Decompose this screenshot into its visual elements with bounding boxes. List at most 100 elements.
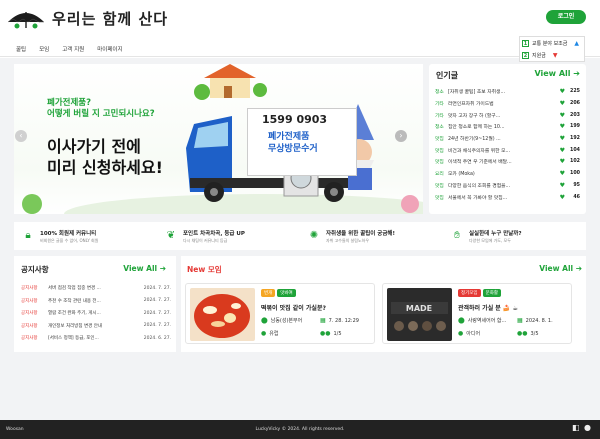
meeting-card[interactable]: 번개 맛봐여 떡볶이 맛집 같이 가실분? ⬤ 남동(성)본부어 ▦ 7. 28. … [185, 283, 375, 344]
footer-copyright: LuckyVicky © 2024. All rights reserved. [255, 427, 345, 432]
post-category: 맛집 [435, 183, 444, 189]
meeting-card[interactable]: MADE 정기모임 문화활 관객하러 가실 분 🍰 ☕ ⬤ 사랑역세어어 합...… [382, 283, 572, 344]
meeting-location: ⬤ 남동(성)본부어 [261, 317, 302, 324]
like-count: 192 [569, 136, 580, 142]
like-count: 100 [569, 171, 580, 177]
post-title: 이색적 주연 우 기준에서 배달... [448, 160, 512, 166]
post-title: 모카 (Moka) [448, 172, 475, 178]
calendar-icon: ▦ [320, 317, 326, 324]
meeting-title: 관객하러 가실 분 🍰 ☕ [458, 305, 518, 312]
notice-item[interactable]: 공지사항 서버 점검 작업 집중 변경 ... 2024. 7. 27. [21, 282, 171, 295]
notice-board: 공지사항 View All ➔ 공지사항 서버 점검 작업 집중 변경 ... 20… [14, 256, 176, 352]
post-category: 기타 [435, 113, 444, 119]
post-category: 맛집 [435, 148, 444, 154]
heart-icon: ♥ [559, 181, 565, 189]
notice-view-all-link[interactable]: View All ➔ [123, 264, 166, 273]
hero-headline-2: 미리 신청하세요! [47, 158, 163, 177]
popular-item[interactable]: 기타 라면인프자취 가이드법 ♥ 206 [429, 98, 586, 110]
truck-text-line2: 무상방문수거 [268, 144, 318, 154]
nav-mypage[interactable]: 마이페이지 [97, 45, 122, 53]
nav-meetings[interactable]: 모임 [39, 45, 49, 53]
login-button[interactable]: 로그인 [546, 10, 586, 24]
popular-item[interactable]: 맛집 서울에서 꼭 가봐야 할 맛집... ♥ 46 [429, 191, 586, 203]
movie-poster-image: MADE [387, 288, 452, 341]
lock-icon: 🔒︎ [25, 230, 31, 241]
popular-item[interactable]: 맛집 다양한 음식의 조회를 경험을... ♥ 95 [429, 180, 586, 192]
page: 우리는 함께 산다 로그인 꿀팁 모임 고객 지원 마이페이지 1 교통 분야 … [0, 0, 600, 439]
popular-item[interactable]: 맛집 비건과 채식주의자를 위한 모... ♥ 104 [429, 144, 586, 156]
github-icon[interactable]: ● [584, 424, 592, 432]
notice-tag: 공지사항 [21, 286, 38, 292]
notice-date: 2024. 7. 27. [143, 323, 171, 329]
trend-down-icon: ▼ [552, 51, 558, 59]
truck-cargo: 1599 0903 폐가전제품 무상방문수거 [247, 108, 357, 176]
members-text: 1/5 [333, 330, 342, 337]
notice-text: 열람 조건 완화 주기, 게시... [48, 311, 101, 317]
ranking-item[interactable]: 1 교통 분야 보조금 ▲ [520, 37, 584, 49]
notice-text: 서버 점검 작업 집중 변경 ... [48, 286, 101, 292]
ranking-item[interactable]: 2 지원금 ▼ [520, 49, 584, 61]
popular-posts: 인기글 View All ➔ 청소 [자취생 꿀팁] 초보 자취생... ♥ 225 … [429, 64, 586, 214]
logo-umbrella-icon[interactable] [6, 6, 46, 30]
post-title: 맛자 고자 장구 하 (할구... [448, 113, 501, 119]
handshake-icon: ✋︎ [454, 230, 460, 241]
rank-label: 지원금 [532, 52, 546, 59]
figma-icon[interactable]: ◧ [572, 424, 580, 432]
post-title: [자취생 꿀팁] 초보 자취생... [448, 90, 506, 96]
popular-item[interactable]: 맛집 이색적 주연 우 기준에서 배달... ♥ 102 [429, 156, 586, 168]
notice-date: 2024. 7. 27. [143, 298, 171, 304]
heart-icon: ♥ [559, 123, 565, 131]
nav-tips[interactable]: 꿀팁 [16, 45, 26, 53]
popular-item[interactable]: 요리 모카 (Moka) ♥ 100 [429, 168, 586, 180]
popular-item[interactable]: 청소 집안 청소로 함께 하는 10... ♥ 199 [429, 121, 586, 133]
notice-title: 공지사항 [21, 265, 49, 274]
feature-title: 실실한데 누구 만날까? [469, 230, 522, 237]
leaf-icon: ❦ [166, 230, 176, 241]
nav-support[interactable]: 고객 지원 [62, 45, 84, 53]
post-category: 청소 [435, 90, 444, 96]
meeting-tags: 번개 맛봐여 [261, 289, 296, 297]
notice-item[interactable]: 공지사항 [서비스 정책] 등급, 포인... 2024. 6. 27. [21, 332, 171, 345]
notice-date: 2024. 6. 27. [143, 335, 171, 341]
post-category: 요리 [435, 172, 444, 178]
carousel-prev-icon[interactable]: ‹ [15, 130, 27, 142]
header-divider [0, 56, 600, 57]
heart-icon: ♥ [559, 170, 565, 178]
tag-lightning: 번개 [261, 289, 276, 297]
like-count: 104 [569, 147, 580, 153]
post-category: 맛집 [435, 137, 444, 143]
notice-text: 개인정보 처리방침 변경 안내 [48, 323, 102, 329]
heart-icon: ♥ [559, 88, 565, 96]
hero-banner[interactable]: 1599 0903 폐가전제품 무상방문수거 폐가전제품? 어떻게 버릴 지 고… [14, 64, 423, 214]
notice-tag: 공지사항 [21, 336, 38, 342]
user-icon: ● [261, 330, 267, 337]
heart-icon: ♥ [559, 158, 565, 166]
site-title[interactable]: 우리는 함께 산다 [52, 8, 168, 29]
meeting-members: ●● 3/5 [517, 330, 539, 337]
popular-item[interactable]: 맛집 24년 하반기(9~12월) ... ♥ 192 [429, 133, 586, 145]
notice-item[interactable]: 공지사항 추천 수 조작 관련 내용 전... 2024. 7. 27. [21, 295, 171, 308]
members-text: 3/5 [530, 330, 539, 337]
meetings-view-all-link[interactable]: View All ➔ [539, 264, 582, 273]
notice-item[interactable]: 공지사항 개인정보 처리방침 변경 안내 2024. 7. 27. [21, 320, 171, 333]
popular-view-all-link[interactable]: View All ➔ [534, 69, 580, 78]
popular-item[interactable]: 기타 맛자 고자 장구 하 (할구... ♥ 203 [429, 109, 586, 121]
feature-item: ✋︎ 실실한데 누구 만날까? 다양한 모임에 가도, 모두 [443, 222, 586, 250]
popular-item[interactable]: 청소 [자취생 꿀팁] 초보 자취생... ♥ 225 [429, 86, 586, 98]
heart-icon: ♥ [559, 193, 565, 201]
notice-item[interactable]: 공지사항 열람 조건 완화 주기, 게시... 2024. 7. 27. [21, 307, 171, 320]
date-text: 7. 28. 12:29 [328, 317, 359, 324]
feature-item: ✺ 자취생을 위한 꿀팁이 궁금해! 자취 고수들의 살림노하우 [300, 222, 443, 250]
notice-list: 공지사항 서버 점검 작업 집중 변경 ... 2024. 7. 27. 공지사항 추… [21, 282, 171, 345]
notice-tag: 공지사항 [21, 323, 38, 329]
meeting-members: ●● 1/5 [320, 330, 342, 337]
notice-text: 추천 수 조작 관련 내용 전... [48, 298, 101, 304]
carousel-next-icon[interactable]: › [395, 130, 407, 142]
post-title: 집안 청소로 함께 하는 10... [448, 125, 505, 131]
meetings-title: New 모임 [187, 265, 222, 274]
like-count: 225 [569, 89, 580, 95]
like-count: 46 [573, 194, 580, 200]
post-category: 청소 [435, 125, 444, 131]
tag-category: 맛봐여 [277, 289, 296, 297]
rank-label: 교통 분야 보조금 [532, 40, 568, 47]
